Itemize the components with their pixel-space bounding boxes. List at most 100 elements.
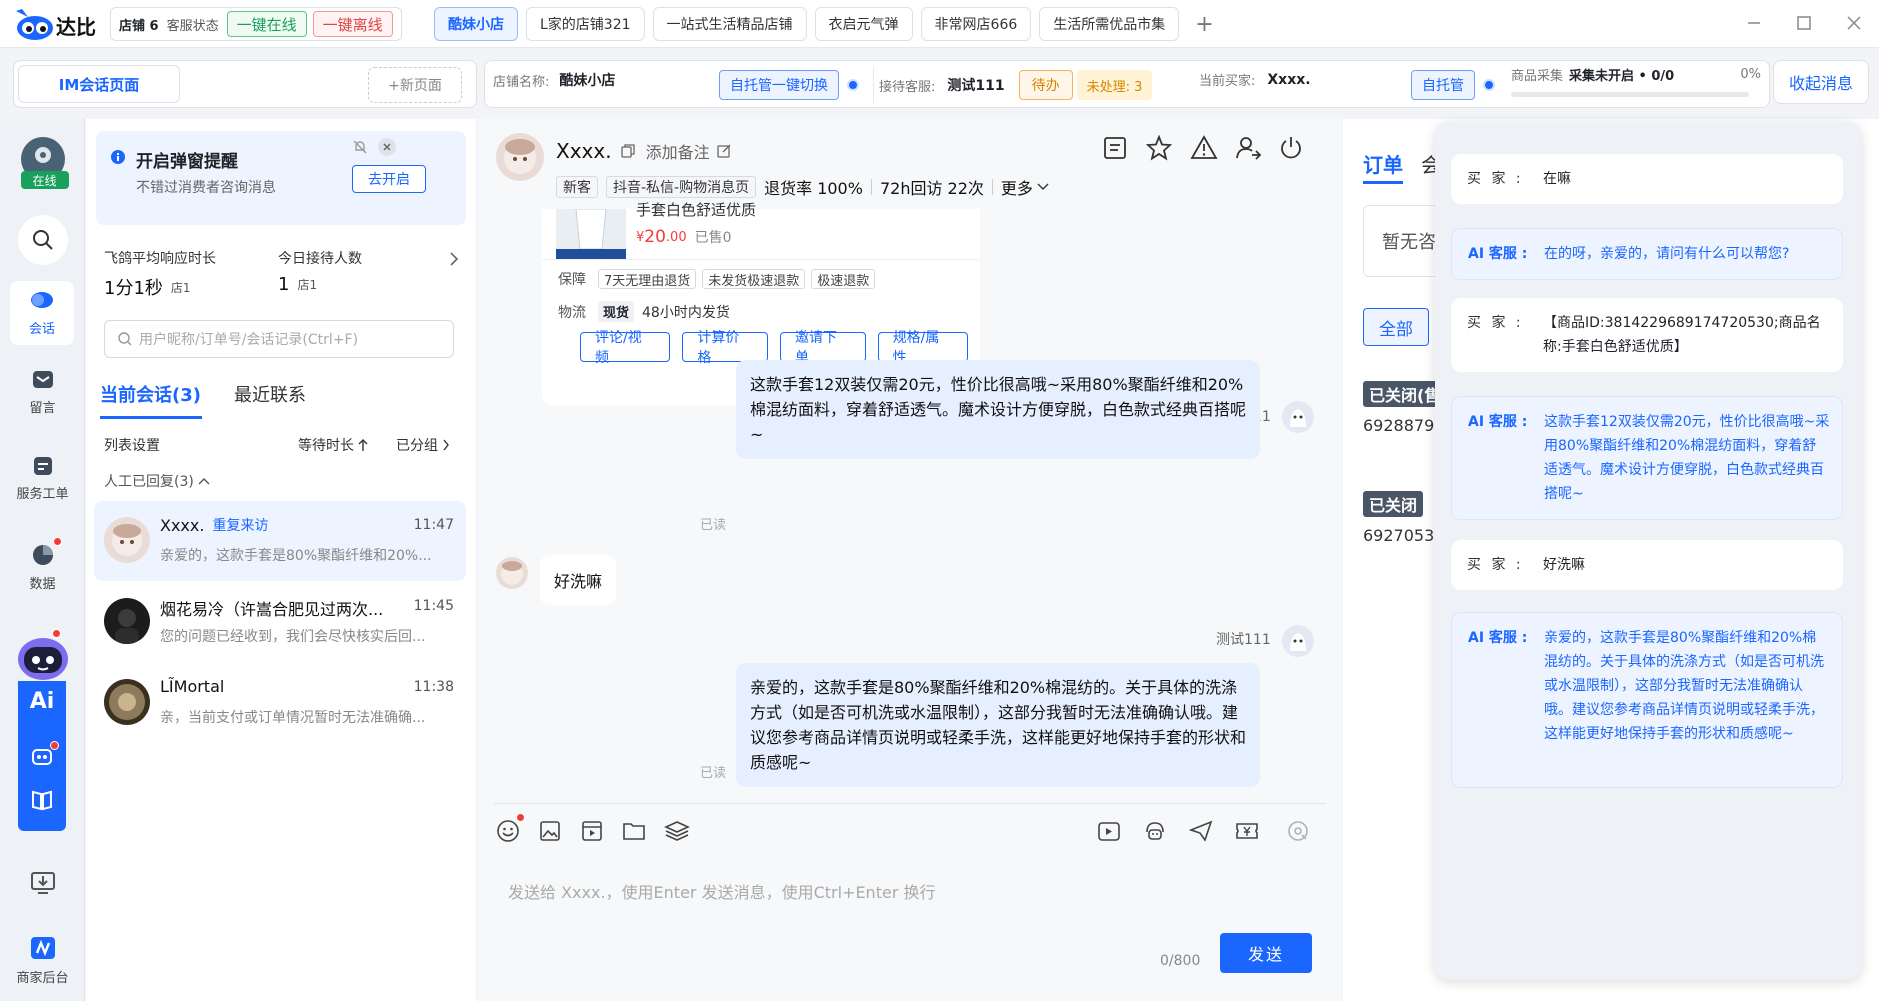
nav-item-merchant-backend[interactable]: 商家后台 — [0, 935, 85, 986]
grouped-filter[interactable]: 已分组 — [396, 435, 450, 455]
global-search-button[interactable] — [0, 215, 85, 265]
robot-mascot-icon[interactable] — [16, 629, 70, 681]
collapse-messages-button[interactable]: 收起消息 — [1773, 60, 1869, 104]
store-tab-0[interactable]: 酷妹小店 — [434, 7, 518, 41]
knowledge-book-icon[interactable] — [30, 789, 54, 811]
search-input[interactable]: 用户昵称/订单号/会话记录(Ctrl+F) — [139, 329, 358, 349]
store-tab-3[interactable]: 衣启元气弹 — [814, 7, 913, 41]
nav-item-ticket[interactable]: 服务工单 — [0, 455, 85, 502]
download-button[interactable] — [0, 871, 85, 895]
mute-icon[interactable] — [352, 139, 368, 155]
conversation-item[interactable]: 烟花易冷（许嵩合肥见过两次... 11:45 您的问题已经收到，我们会尽快核实后… — [94, 582, 466, 662]
agent-status-avatar[interactable]: 在线 — [0, 137, 85, 189]
message-bubble-out: 亲爱的，这款手套是80%聚酯纤维和20%棉混纺的。关于具体的洗涤方式（如是否可机… — [736, 663, 1260, 787]
message-input[interactable]: 发送给 Xxxx.，使用Enter 发送消息，使用Ctrl+Enter 换行 — [508, 879, 935, 903]
im-page-tab[interactable]: IM会话页面 — [18, 65, 180, 103]
image-icon[interactable] — [538, 819, 562, 843]
send-plane-icon[interactable] — [1188, 819, 1214, 843]
popup-reminder-subtitle: 不错过消费者咨询消息 — [136, 180, 276, 196]
robot-service-icon[interactable] — [1142, 819, 1168, 843]
sort-wait-time[interactable]: 等待时长 — [298, 435, 368, 455]
sort-wait-time-label: 等待时长 — [298, 438, 354, 454]
invite-order-button[interactable]: 邀请下单 — [780, 330, 866, 366]
ai-button[interactable]: Ai — [18, 689, 66, 714]
ai-robot-small-icon[interactable] — [30, 741, 59, 767]
store-tab-4[interactable]: 非常网店666 — [920, 7, 1032, 41]
all-online-button[interactable]: 一键在线 — [226, 11, 307, 37]
add-tab-button[interactable]: + — [1195, 12, 1213, 37]
list-settings-button[interactable]: 列表设置 — [104, 435, 160, 455]
tab-recent-contacts[interactable]: 最近联系 — [234, 381, 306, 407]
collect-progress-bar — [1511, 92, 1749, 97]
tab-order[interactable]: 订单 — [1363, 149, 1403, 178]
store-tab-2[interactable]: 一站式生活精品店铺 — [652, 7, 807, 41]
add-note-button[interactable]: 添加备注 — [646, 139, 710, 163]
group-header-label: 人工已回复(3) — [104, 474, 194, 490]
conversation-item[interactable]: Xxxx. 重复来访 11:47 亲爱的，这款手套是80%聚酯纤维和20%... — [94, 501, 466, 581]
folder-icon[interactable] — [622, 819, 646, 843]
read-status: 已读 — [700, 766, 727, 781]
minimize-icon[interactable] — [1746, 11, 1762, 35]
popup-reminder-card: 开启弹窗提醒 不错过消费者咨询消息 去开启 — [96, 131, 466, 225]
return-rate: 退货率 100% — [764, 179, 863, 198]
chat-panel: Xxxx. 添加备注 新客 抖音-私信-购物消息页 退货率 100% 72h回访… — [478, 119, 1342, 1001]
conversation-snippet: 亲，当前支付或订单情况暂时无法准确确... — [160, 710, 426, 726]
auto-host-switch-button[interactable]: 自托管一键切换 — [719, 70, 839, 100]
chevron-right-icon[interactable] — [448, 251, 460, 267]
auto-host-button[interactable]: 自托管 — [1411, 70, 1475, 100]
order-id[interactable]: 69270537 — [1363, 526, 1444, 545]
input-toolbar-left — [496, 813, 690, 843]
logistics-tag: 现货 — [598, 301, 635, 322]
all-offline-button[interactable]: 一键离线 — [312, 11, 393, 37]
warning-icon[interactable] — [1190, 135, 1218, 161]
transfer-user-icon[interactable] — [1234, 135, 1262, 161]
agent-status-badge[interactable]: 在线 — [20, 171, 69, 189]
layers-icon[interactable] — [664, 819, 690, 843]
new-page-button[interactable]: +新页面 — [368, 67, 462, 103]
chevron-down-icon — [1037, 183, 1049, 190]
group-header-replied[interactable]: 人工已回复(3) — [104, 471, 210, 491]
nav-item-conversation[interactable]: 会话 — [10, 281, 74, 345]
send-button[interactable]: 发送 — [1220, 933, 1312, 973]
maximize-icon[interactable] — [1796, 11, 1812, 35]
nav-label-data: 数据 — [29, 577, 56, 592]
store-tab-5[interactable]: 生活所需优品市集 — [1039, 7, 1180, 41]
ai-log-buyer-message: 买 家 : 在嘛 — [1451, 154, 1843, 204]
todo-button[interactable]: 待办 — [1018, 70, 1073, 100]
power-end-icon[interactable] — [1278, 135, 1304, 161]
enable-popup-button[interactable]: 去开启 — [352, 165, 426, 193]
stat-response-badge: 店1 — [170, 280, 191, 295]
spec-attr-button[interactable]: 规格/属性 — [877, 330, 968, 366]
store-info-box: 店铺名称: 酷妹小店 自托管一键切换 接待客服: 测试111 待办 未处理: 3… — [484, 60, 1770, 108]
nav-item-message[interactable]: 留言 — [0, 369, 85, 416]
nav-item-data[interactable]: 数据 — [0, 537, 85, 592]
video-play-icon[interactable] — [1096, 819, 1122, 843]
app-logo-text: 达比 — [56, 15, 96, 39]
smart-reply-icon[interactable] — [1286, 819, 1310, 843]
copy-icon[interactable] — [620, 143, 636, 159]
order-id[interactable]: 69288794 — [1363, 416, 1444, 435]
coupon-icon[interactable] — [1234, 819, 1260, 843]
comment-video-button[interactable]: 评论/视频 — [580, 330, 671, 366]
close-reminder-icon[interactable] — [378, 138, 396, 156]
edit-icon[interactable] — [716, 143, 732, 159]
product-image[interactable] — [556, 209, 626, 259]
read-status: 已读 — [700, 518, 727, 533]
calc-price-button[interactable]: 计算价格 — [682, 330, 768, 366]
emoji-icon[interactable] — [496, 813, 525, 843]
conversation-item[interactable]: LĨMortal 11:38 亲，当前支付或订单情况暂时无法准确确... — [94, 663, 466, 743]
tab-current-conversations[interactable]: 当前会话(3) — [100, 381, 201, 407]
order-status-badge: 已关闭 — [1363, 491, 1424, 517]
conversation-search[interactable]: 用户昵称/订单号/会话记录(Ctrl+F) — [104, 320, 454, 358]
top-bar: 达比 店铺 6 客服状态 一键在线 一键离线 酷妹小店 L家的店铺321 一站式… — [0, 0, 1879, 48]
store-tab-1[interactable]: L家的店铺321 — [526, 7, 645, 41]
star-icon[interactable] — [1146, 135, 1172, 161]
pie-chart-icon — [32, 545, 53, 565]
close-window-icon[interactable] — [1846, 11, 1862, 35]
collect-percent: 0% — [1740, 67, 1761, 82]
filter-all-button[interactable]: 全部 — [1363, 308, 1429, 346]
more-button[interactable]: 更多 — [1001, 175, 1033, 199]
ai-log-role: AI 客服 : — [1468, 630, 1528, 646]
order-note-icon[interactable] — [1102, 135, 1128, 161]
video-icon[interactable] — [580, 819, 604, 843]
